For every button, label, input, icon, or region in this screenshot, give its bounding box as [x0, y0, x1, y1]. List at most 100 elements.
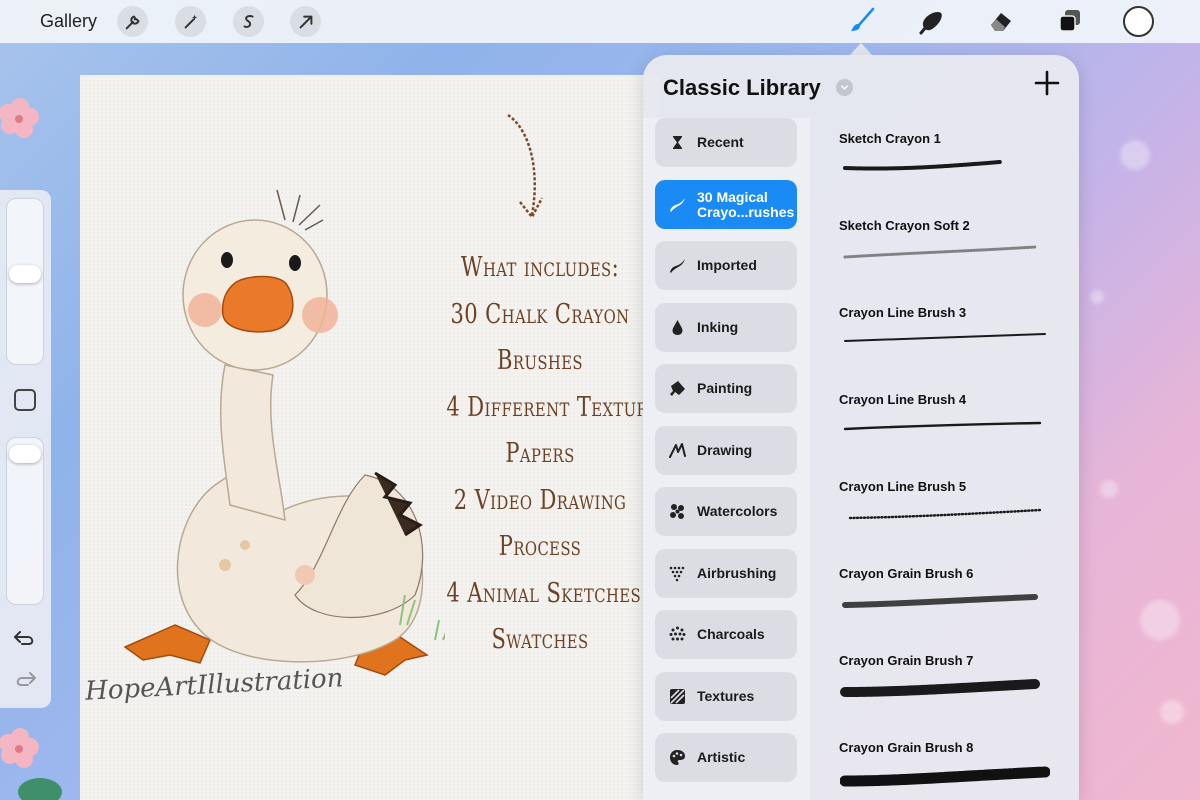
panel-title[interactable]: Classic Library: [663, 75, 821, 101]
opacity-slider-thumb[interactable]: [9, 444, 41, 463]
bokeh-light: [1090, 290, 1104, 304]
category-label: Inking: [697, 319, 739, 335]
category-label: Charcoals: [697, 626, 765, 642]
brush-item[interactable]: Crayon Line Brush 5: [810, 466, 1079, 553]
brush-item[interactable]: Sketch Crayon Soft 2: [810, 205, 1079, 292]
brush-stroke-preview: [843, 421, 1042, 431]
transform-arrow-icon[interactable]: [290, 6, 321, 37]
brush-stroke-preview: [840, 679, 1040, 697]
brush-name: Crayon Grain Brush 8: [839, 740, 974, 755]
selection-icon[interactable]: [233, 6, 264, 37]
charcoal-dots-icon: [669, 626, 686, 643]
magic-wand-icon[interactable]: [175, 6, 206, 37]
redo-icon[interactable]: [12, 668, 38, 690]
add-brush-button[interactable]: [1033, 69, 1061, 97]
category-label: Recent: [697, 134, 744, 150]
includes-line: 4 Different Textured: [446, 391, 672, 423]
brush-item[interactable]: Sketch Crayon 1: [810, 118, 1079, 205]
goose-illustration: [123, 189, 445, 676]
category-artistic[interactable]: Artistic: [655, 733, 797, 782]
flower-decoration: [0, 98, 39, 138]
category-label: Imported: [697, 257, 757, 273]
ink-drop-icon: [669, 319, 686, 336]
current-color-swatch[interactable]: [1123, 6, 1154, 37]
brush-name: Crayon Grain Brush 6: [839, 566, 974, 581]
drawing-canvas[interactable]: What includes: 30 Chalk Crayon Brushes 4…: [80, 75, 673, 800]
includes-line: Process: [498, 531, 582, 562]
hourglass-icon: [669, 134, 686, 151]
brush-name: Sketch Crayon Soft 2: [839, 218, 970, 233]
smudge-icon[interactable]: [916, 6, 946, 36]
includes-text: What includes: 30 Chalk Crayon Brushes 4…: [420, 245, 673, 664]
brush-item[interactable]: Crayon Line Brush 4: [810, 379, 1079, 466]
bokeh-light: [1120, 140, 1150, 170]
category-inking[interactable]: Inking: [655, 303, 797, 352]
includes-line: 2 Video Drawing: [453, 484, 627, 516]
wrench-icon[interactable]: [117, 6, 148, 37]
palette-icon: [669, 749, 686, 766]
flower-decoration: [0, 728, 39, 768]
category-label: Airbrushing: [697, 565, 777, 581]
category-label: Painting: [697, 380, 753, 396]
brush-category-list: Recent 30 Magical Crayo...rushes Importe…: [643, 118, 810, 800]
brush-item[interactable]: Crayon Line Brush 3: [810, 292, 1079, 379]
brush-item[interactable]: Crayon Grain Brush 8: [810, 727, 1079, 800]
category-painting[interactable]: Painting: [655, 364, 797, 413]
chevron-down-icon[interactable]: [836, 79, 853, 96]
brush-size-slider-thumb[interactable]: [9, 265, 41, 284]
includes-line: 4 Animal Sketches an: [446, 577, 673, 609]
brush-stroke-preview: [843, 245, 1037, 259]
texture-icon: [669, 688, 686, 705]
stroke-icon: [669, 196, 686, 213]
category-label: Artistic: [697, 749, 746, 765]
eraser-icon[interactable]: [986, 6, 1016, 36]
category-drawing[interactable]: Drawing: [655, 426, 797, 475]
category-charcoals[interactable]: Charcoals: [655, 610, 797, 659]
includes-line: What includes:: [460, 252, 620, 283]
category-label: Watercolors: [697, 503, 778, 519]
category-label: Textures: [697, 688, 755, 704]
category-30-magical-crayon-brushes[interactable]: 30 Magical Crayo...rushes: [655, 180, 797, 229]
pencil-scribble-icon: [669, 442, 686, 459]
brush-icon[interactable]: [846, 6, 876, 36]
brush-stroke-preview: [843, 160, 1002, 171]
brush-stroke-preview: [844, 333, 1046, 342]
brush-stroke-preview: [848, 508, 1042, 520]
includes-line: Swatches: [491, 624, 589, 655]
spray-icon: [669, 565, 686, 582]
brush-list: Sketch Crayon 1 Sketch Crayon Soft 2 Cra…: [810, 118, 1079, 800]
gallery-button[interactable]: Gallery: [40, 11, 97, 32]
includes-line: Papers: [505, 438, 575, 469]
category-recent[interactable]: Recent: [655, 118, 797, 167]
paint-brush-icon: [669, 380, 686, 397]
brush-name: Crayon Line Brush 4: [839, 392, 967, 407]
brush-library-panel: Classic Library Recent 30 Magical Crayo.…: [643, 55, 1079, 800]
arrow-doodle: [507, 113, 544, 220]
bokeh-light: [1160, 700, 1184, 724]
brush-item[interactable]: Crayon Grain Brush 6: [810, 553, 1079, 640]
includes-line: Brushes: [497, 345, 583, 376]
category-label: Drawing: [697, 442, 753, 458]
leaf-decoration: [18, 778, 62, 800]
layers-icon[interactable]: [1055, 6, 1085, 36]
category-textures[interactable]: Textures: [655, 672, 797, 721]
category-label: 30 Magical Crayo...rushes: [697, 188, 795, 220]
stroke-icon: [669, 257, 686, 274]
bokeh-light: [1100, 480, 1118, 498]
brush-item[interactable]: Crayon Grain Brush 7: [810, 640, 1079, 727]
top-toolbar: Gallery: [0, 0, 1200, 43]
brush-name: Crayon Line Brush 5: [839, 479, 967, 494]
watercolor-dots-icon: [669, 503, 686, 520]
brush-stroke-preview: [842, 594, 1038, 608]
brush-name: Crayon Grain Brush 7: [839, 653, 974, 668]
bokeh-light: [1140, 600, 1180, 640]
includes-line: 30 Chalk Crayon: [450, 298, 630, 330]
category-airbrushing[interactable]: Airbrushing: [655, 549, 797, 598]
undo-icon[interactable]: [12, 627, 38, 649]
modify-button[interactable]: [14, 389, 36, 411]
category-watercolors[interactable]: Watercolors: [655, 487, 797, 536]
left-sidebar: [0, 190, 51, 708]
category-imported[interactable]: Imported: [655, 241, 797, 290]
brush-name: Sketch Crayon 1: [839, 131, 941, 146]
brush-name: Crayon Line Brush 3: [839, 305, 967, 320]
